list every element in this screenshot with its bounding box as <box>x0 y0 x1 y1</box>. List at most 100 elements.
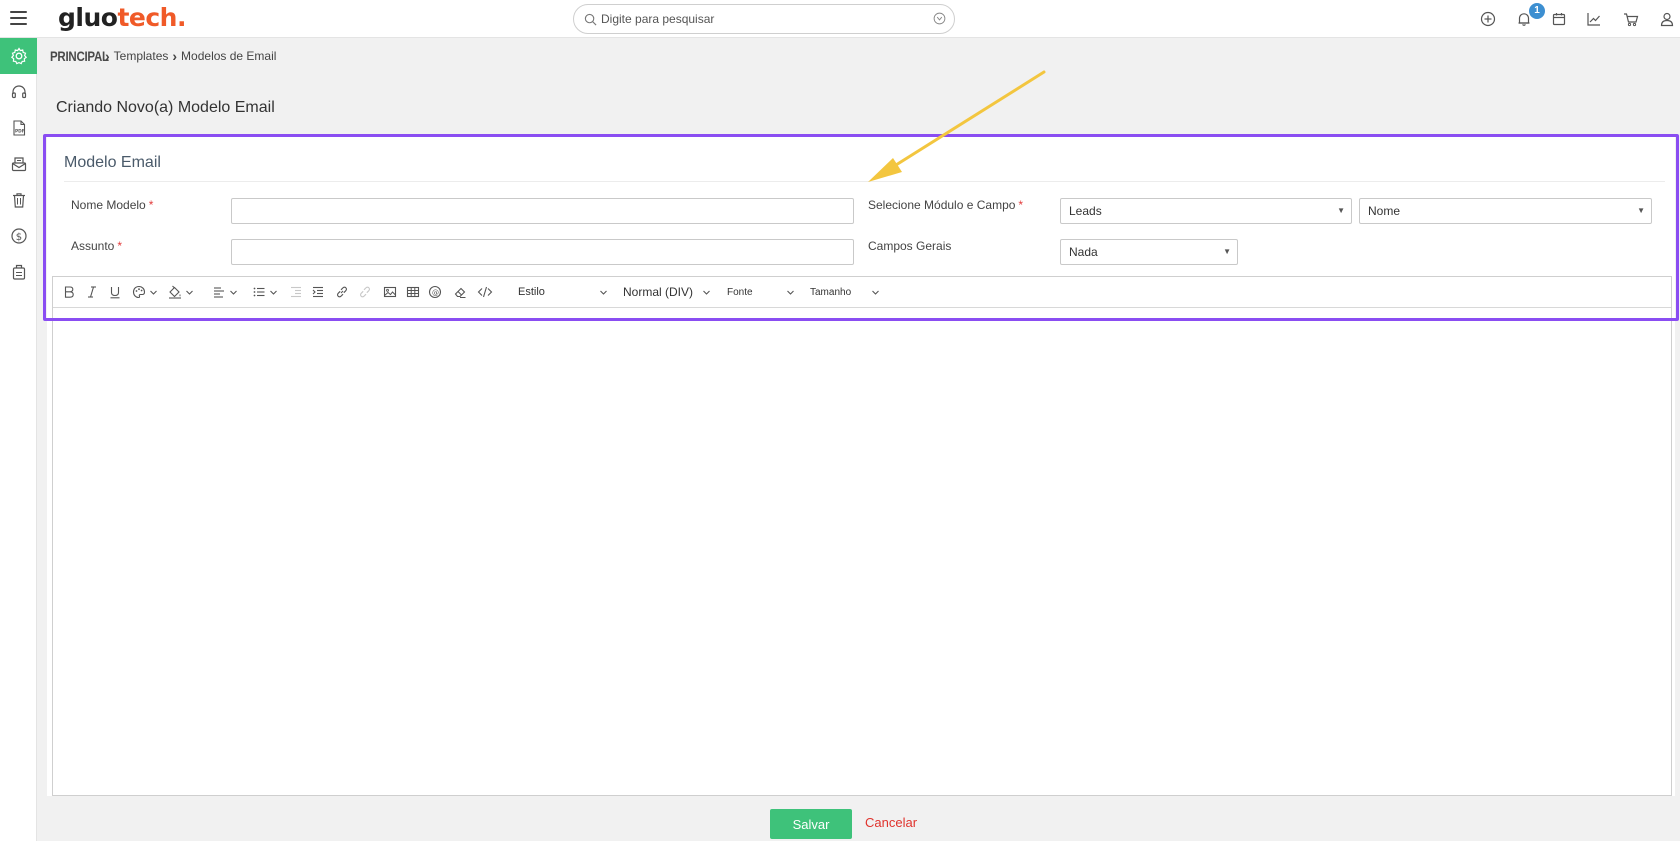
pdf-icon: PDF <box>12 120 25 136</box>
outdent-button[interactable] <box>289 284 303 300</box>
bullet-list-icon <box>253 287 265 297</box>
underline-icon <box>110 287 120 299</box>
table-icon <box>406 286 420 298</box>
bold-button[interactable] <box>62 284 76 300</box>
gear-icon <box>10 47 27 65</box>
table-button[interactable] <box>406 284 420 300</box>
campo-select[interactable]: Nome ▼ <box>1359 198 1652 224</box>
headset-icon <box>11 85 26 99</box>
breadcrumb-item-modelos-de-email[interactable]: Modelos de Email <box>181 49 276 63</box>
sidebar-item-email-templates[interactable] <box>0 146 37 182</box>
chevron-down-icon <box>703 290 710 295</box>
background-color-button[interactable] <box>168 284 194 300</box>
modulo-select[interactable]: Leads ▼ <box>1060 198 1352 224</box>
paint-bucket-icon <box>169 285 181 299</box>
search-bar <box>573 4 955 34</box>
save-button[interactable]: Salvar <box>770 809 852 839</box>
chevron-down-icon <box>600 290 607 295</box>
link-icon <box>337 286 347 298</box>
search-input[interactable] <box>601 10 921 28</box>
format-dropdown[interactable]: Normal (DIV) <box>623 284 711 300</box>
align-button[interactable] <box>212 284 238 300</box>
text-color-button[interactable] <box>132 284 158 300</box>
logo[interactable]: gluotech. <box>58 3 186 33</box>
unlink-icon <box>360 286 370 298</box>
chevron-down-icon <box>270 290 277 295</box>
code-icon <box>477 286 493 298</box>
top-bar: gluotech. 1 <box>0 0 1680 38</box>
bold-icon <box>64 286 74 298</box>
size-dropdown[interactable]: Tamanho <box>810 284 880 300</box>
dropdown-caret-icon: ▼ <box>1637 206 1645 215</box>
palette-icon <box>132 285 146 299</box>
sidebar-item-settings[interactable] <box>0 38 37 74</box>
form-footer: Salvar Cancelar <box>37 796 1680 841</box>
rich-text-editor: @ Estilo Normal (DIV) Fonte Tamanho <box>52 276 1672 796</box>
indent-button[interactable] <box>311 284 325 300</box>
email-template-form: Modelo Email Nome Modelo * Selecione Módu… <box>47 136 1675 796</box>
svg-text:PDF: PDF <box>15 129 25 135</box>
indent-icon <box>312 286 323 298</box>
breadcrumb-item-templates[interactable]: Templates <box>114 49 169 63</box>
page-title: Criando Novo(a) Modelo Email <box>56 99 275 116</box>
eraser-icon <box>454 287 466 298</box>
image-button[interactable] <box>383 284 397 300</box>
campos-gerais-select[interactable]: Nada ▼ <box>1060 239 1238 265</box>
align-left-icon <box>214 287 224 298</box>
search-icon <box>584 13 597 26</box>
cart-icon[interactable] <box>1622 10 1640 28</box>
clear-formatting-button[interactable] <box>453 284 467 300</box>
trash-icon <box>12 193 25 208</box>
dollar-icon: $ <box>10 228 27 244</box>
sidebar-item-pdf[interactable]: PDF <box>0 110 37 146</box>
modulo-campo-label: Selecione Módulo e Campo * <box>868 198 1024 212</box>
sidebar: PDF $ <box>0 38 37 841</box>
section-title: Modelo Email <box>64 154 161 171</box>
breadcrumb-root[interactable]: PRINCIPAL <box>50 48 109 64</box>
font-dropdown[interactable]: Fonte <box>727 284 795 300</box>
sidebar-item-support[interactable] <box>0 74 37 110</box>
assunto-input[interactable] <box>231 239 854 265</box>
hamburger-menu-icon[interactable] <box>10 11 27 25</box>
dropdown-caret-icon: ▼ <box>1337 206 1345 215</box>
unlink-button[interactable] <box>358 284 372 300</box>
chevron-down-icon <box>787 290 794 295</box>
chevron-down-icon <box>872 290 879 295</box>
nome-modelo-input[interactable] <box>231 198 854 224</box>
chevron-down-icon <box>230 290 237 295</box>
nome-modelo-label: Nome Modelo * <box>71 198 154 212</box>
editor-content-area[interactable] <box>53 308 1671 795</box>
style-dropdown[interactable]: Estilo <box>518 284 608 300</box>
briefcase-icon <box>12 264 25 280</box>
notification-badge: 1 <box>1529 3 1545 19</box>
divider <box>64 181 1665 182</box>
underline-button[interactable] <box>108 284 122 300</box>
svg-text:$: $ <box>15 232 21 243</box>
filter-icon[interactable] <box>933 12 946 25</box>
logo-text-part1: gluo <box>58 3 118 32</box>
sidebar-item-jobs[interactable] <box>0 254 37 290</box>
add-circle-icon[interactable] <box>1479 10 1497 28</box>
chart-icon[interactable] <box>1585 10 1603 28</box>
cancel-button[interactable]: Cancelar <box>865 815 917 830</box>
link-button[interactable] <box>335 284 349 300</box>
special-char-button[interactable]: @ <box>428 284 442 300</box>
source-code-button[interactable] <box>477 284 493 300</box>
outdent-icon <box>291 286 301 298</box>
chevron-down-icon <box>186 290 193 295</box>
dropdown-caret-icon: ▼ <box>1223 247 1231 256</box>
chevron-down-icon <box>150 290 157 295</box>
special-character-icon: @ <box>428 285 442 299</box>
campos-gerais-label: Campos Gerais <box>868 239 952 253</box>
sidebar-item-trash[interactable] <box>0 182 37 218</box>
italic-button[interactable] <box>85 284 99 300</box>
sidebar-item-finance[interactable]: $ <box>0 218 37 254</box>
image-icon <box>383 286 397 298</box>
italic-icon <box>88 286 96 298</box>
editor-toolbar: @ Estilo Normal (DIV) Fonte Tamanho <box>53 277 1671 308</box>
calendar-icon[interactable] <box>1550 10 1568 28</box>
list-button[interactable] <box>252 284 278 300</box>
user-icon[interactable] <box>1658 10 1676 28</box>
assunto-label: Assunto * <box>71 239 123 253</box>
svg-text:@: @ <box>432 289 439 297</box>
